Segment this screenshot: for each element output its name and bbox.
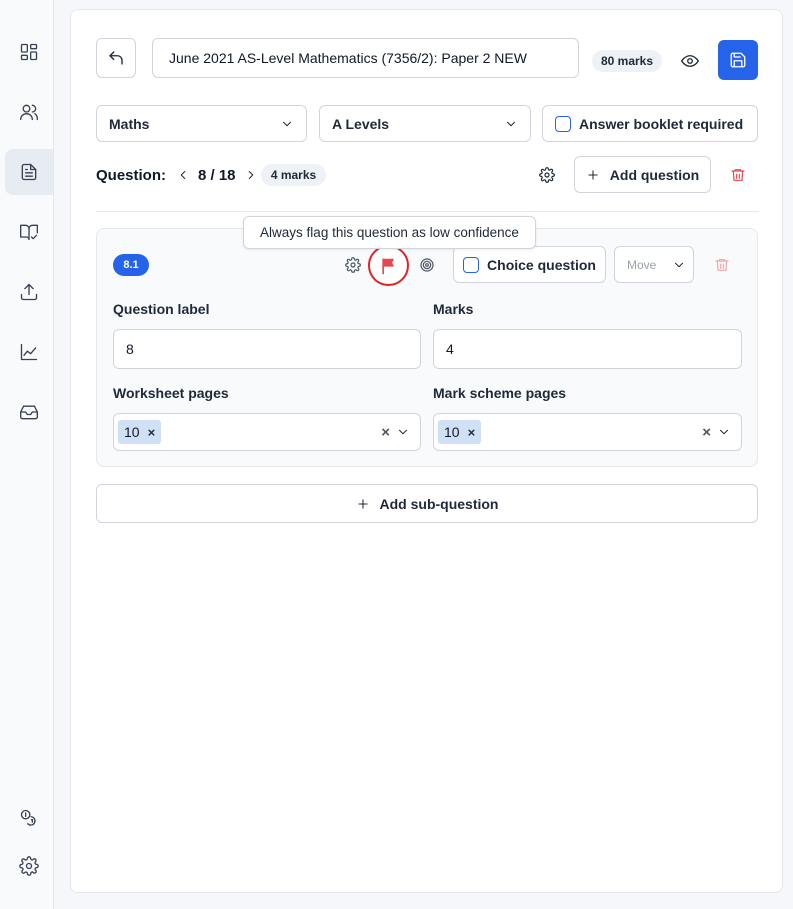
worksheet-pages-title: Worksheet pages [113, 385, 229, 401]
sidebar [0, 0, 54, 909]
answer-booklet-label: Answer booklet required [579, 115, 744, 132]
grid-icon [20, 43, 38, 61]
mark-scheme-pages-select[interactable]: 10 × × [433, 413, 742, 451]
save-icon [730, 52, 746, 68]
question-label-input[interactable]: 8 [113, 329, 421, 369]
question-marks-text: 4 marks [270, 168, 317, 182]
trash-icon [715, 259, 729, 271]
chevron-down-icon [282, 121, 292, 126]
divider [96, 211, 759, 212]
subquestion-number: 8.1 [123, 259, 139, 271]
mark-scheme-page-value: 10 [444, 424, 460, 440]
choice-question-checkbox[interactable] [463, 256, 480, 273]
chevron-down-icon [506, 121, 516, 126]
worksheet-page-chip: 10 × [118, 420, 162, 444]
question-marks-badge: 4 marks [261, 164, 326, 186]
total-marks-badge: 80 marks [592, 50, 662, 72]
low-confidence-flag-button[interactable] [368, 245, 409, 286]
paper-title-text: June 2021 AS-Level Mathematics (7356/2):… [169, 50, 527, 66]
question-settings-button[interactable] [537, 165, 557, 185]
inbox-icon [20, 405, 38, 420]
marks-value: 4 [446, 341, 454, 357]
flag-tooltip: Always flag this question as low confide… [243, 216, 536, 249]
gear-icon [19, 856, 39, 876]
answer-booklet-toggle[interactable]: Answer booklet required [542, 105, 758, 142]
add-question-button[interactable]: Add question [574, 156, 711, 193]
question-position: 8 / 18 [198, 166, 236, 184]
subquestion-card: 8.1 Choice question Move Question label … [96, 228, 758, 467]
mark-scheme-pages-title: Mark scheme pages [433, 385, 567, 401]
delete-subquestion-button[interactable] [712, 255, 732, 275]
level-select[interactable]: A Levels [319, 105, 531, 142]
question-label-title: Question label [113, 301, 210, 317]
chevron-down-icon[interactable] [396, 425, 410, 439]
coins-icon [20, 809, 36, 826]
prev-question-button[interactable] [176, 168, 190, 182]
worksheet-pages-select[interactable]: 10 × × [113, 413, 421, 451]
chevron-down-icon [675, 262, 684, 267]
question-label-value: 8 [126, 341, 134, 357]
add-subquestion-button[interactable]: Add sub-question [96, 484, 758, 523]
target-button[interactable] [417, 255, 437, 275]
question-label: Question: [96, 166, 166, 184]
answer-booklet-checkbox[interactable] [555, 115, 571, 132]
document-icon [21, 163, 37, 181]
choice-question-label: Choice question [487, 256, 596, 273]
remove-chip-icon[interactable]: × [148, 425, 156, 440]
delete-question-button[interactable] [728, 165, 748, 185]
move-select[interactable]: Move [614, 246, 694, 283]
choice-question-toggle[interactable]: Choice question [453, 246, 606, 283]
marks-title: Marks [433, 301, 474, 317]
question-navigator: Question: 8 / 18 [96, 164, 258, 186]
worksheet-page-value: 10 [124, 424, 140, 440]
book-check-icon [20, 224, 38, 241]
sidebar-item-settings[interactable] [5, 843, 53, 889]
total-marks-text: 80 marks [600, 54, 654, 68]
marks-input[interactable]: 4 [433, 329, 742, 369]
save-button[interactable] [718, 40, 758, 80]
sidebar-item-dashboard[interactable] [5, 29, 53, 75]
paper-editor-card: June 2021 AS-Level Mathematics (7356/2):… [70, 9, 783, 893]
subject-select[interactable]: Maths [96, 105, 307, 142]
remove-chip-icon[interactable]: × [468, 425, 476, 440]
paper-title-input[interactable]: June 2021 AS-Level Mathematics (7356/2):… [152, 38, 579, 78]
sidebar-item-analytics[interactable] [5, 329, 53, 375]
preview-button[interactable] [679, 50, 701, 72]
mark-scheme-page-chip: 10 × [438, 420, 482, 444]
add-subquestion-label: Add sub-question [379, 495, 499, 512]
chevron-right-icon [248, 170, 253, 180]
move-select-label: Move [627, 257, 657, 272]
flag-tooltip-text: Always flag this question as low confide… [260, 225, 519, 240]
sidebar-item-papers[interactable] [5, 149, 53, 195]
eye-icon [681, 55, 699, 67]
sidebar-item-upload[interactable] [5, 269, 53, 315]
level-select-value: A Levels [332, 115, 390, 132]
sidebar-item-inbox[interactable] [5, 389, 53, 435]
undo-arrow-icon [109, 51, 123, 65]
target-icon [420, 258, 434, 272]
chevron-left-icon [180, 170, 186, 180]
add-question-label: Add question [609, 166, 700, 183]
sidebar-item-users[interactable] [5, 89, 53, 135]
sidebar-item-mark-schemes[interactable] [5, 209, 53, 255]
plus-icon [357, 498, 368, 509]
subject-select-value: Maths [109, 115, 150, 132]
back-button[interactable] [96, 38, 136, 78]
subquestion-settings-button[interactable] [343, 255, 363, 275]
chevron-down-icon[interactable] [717, 425, 731, 439]
users-icon [20, 104, 38, 121]
clear-icon[interactable]: × [381, 424, 390, 441]
chart-icon [20, 343, 38, 361]
trash-icon [731, 169, 745, 181]
clear-icon[interactable]: × [702, 424, 711, 441]
subquestion-number-badge: 8.1 [113, 254, 149, 276]
upload-icon [20, 283, 38, 301]
plus-icon [588, 169, 598, 180]
sidebar-item-credits[interactable] [5, 795, 53, 841]
flag-icon [381, 258, 394, 274]
gear-icon [539, 167, 555, 183]
next-question-button[interactable] [244, 168, 258, 182]
gear-icon [345, 257, 361, 273]
